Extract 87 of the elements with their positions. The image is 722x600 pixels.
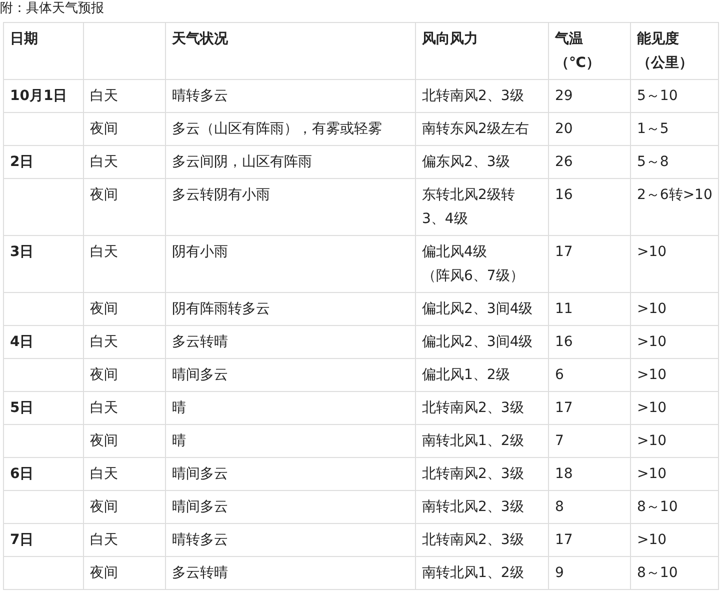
table-cell: 白天 [90,334,118,350]
table-cell: 5～8 [637,154,669,170]
table-cell: >10 [637,433,667,449]
table-cell: 29 [555,88,573,104]
date-cell: 5日 [10,400,34,416]
table-cell: 晴转多云 [172,88,228,104]
table-cell: 偏北风2、3间4级 [422,301,533,317]
table-cell: 8～10 [637,565,678,581]
column-header: 日期 [10,30,38,49]
column-header: （℃） [555,54,600,73]
table-cell: >10 [637,244,667,260]
table-cell: 白天 [90,466,118,482]
table-cell: 1～5 [637,121,669,137]
table-cell: >10 [637,367,667,383]
column-header: （公里） [637,54,693,73]
table-cell: 多云转阴有小雨 [172,187,270,203]
table-cell: 白天 [90,154,118,170]
column-header: 天气状况 [172,30,228,49]
table-cell: 2～6转>10 [637,187,712,203]
table-cell: 晴 [172,400,186,416]
table-cell: 白天 [90,244,118,260]
date-cell: 6日 [10,466,34,482]
table-cell: 夜间 [90,367,118,383]
table-cell: 偏东风2、3级 [422,154,510,170]
table-cell: 17 [555,532,573,548]
table-cell: 北转南风2、3级 [422,532,524,548]
table-cell: 17 [555,400,573,416]
table-cell: 多云转晴 [172,565,228,581]
table-cell: 偏北风2、3间4级 [422,334,533,350]
table-cell: 白天 [90,400,118,416]
table-cell: 南转北风2、3级 [422,499,524,515]
table-cell: 8～10 [637,499,678,515]
table-cell: 20 [555,121,573,137]
date-cell: 2日 [10,154,34,170]
table-cell: 多云（山区有阵雨），有雾或轻雾 [172,121,382,137]
date-cell: 4日 [10,334,34,350]
table-cell: 9 [555,565,564,581]
column-header: 气温 [555,30,583,49]
table-cell-text: （阵风6、7级） [422,267,524,286]
table-cell: 晴间多云 [172,367,228,383]
table-cell: >10 [637,334,667,350]
table-cell: 晴 [172,433,186,449]
table-cell: 夜间 [90,301,118,317]
table-cell: 17 [555,244,573,260]
table-cell: 白天 [90,88,118,104]
table-cell: 5～10 [637,88,678,104]
table-cell: 晴转多云 [172,532,228,548]
table-cell: 多云间阴，山区有阵雨 [172,154,312,170]
table-cell: 北转南风2、3级 [422,466,524,482]
date-cell: 3日 [10,244,34,260]
column-header: 风向风力 [422,30,478,49]
date-cell: 10月1日 [10,88,68,104]
table-cell: >10 [637,532,667,548]
table-cell: 白天 [90,532,118,548]
table-cell-text: 东转北风2级转 [422,186,515,205]
table-cell: 北转南风2、3级 [422,400,524,416]
table-cell: 南转北风1、2级 [422,565,524,581]
table-cell: 晴间多云 [172,499,228,515]
table-cell: 18 [555,466,573,482]
table-cell: >10 [637,400,667,416]
table-cell: 6 [555,367,564,383]
table-cell: 8 [555,499,564,515]
table-cell: 北转南风2、3级 [422,88,524,104]
table-cell: >10 [637,301,667,317]
table-cell: 南转北风1、2级 [422,433,524,449]
table-cell: 16 [555,187,573,203]
date-cell: 7日 [10,532,34,548]
table-cell: 夜间 [90,433,118,449]
table-cell: 偏北风1、2级 [422,367,510,383]
table-cell: 7 [555,433,564,449]
table-cell: 夜间 [90,121,118,137]
table-cell: 26 [555,154,573,170]
table-cell: 多云转晴 [172,334,228,350]
table-cell: 阴有阵雨转多云 [172,301,270,317]
table-cell: 11 [555,301,573,317]
column-header: 能见度 [637,30,679,49]
table-cell: 南转东风2级左右 [422,121,529,137]
table-cell-text: 3、4级 [422,210,468,229]
table-cell-text: 偏北风4级 [422,243,487,262]
table-cell: 夜间 [90,499,118,515]
table-cell: 晴间多云 [172,466,228,482]
table-cell: >10 [637,466,667,482]
table-cell: 夜间 [90,187,118,203]
caption-text: 附：具体天气预报 [0,0,105,18]
table-cell: 阴有小雨 [172,244,228,260]
table-cell: 16 [555,334,573,350]
table-cell: 夜间 [90,565,118,581]
